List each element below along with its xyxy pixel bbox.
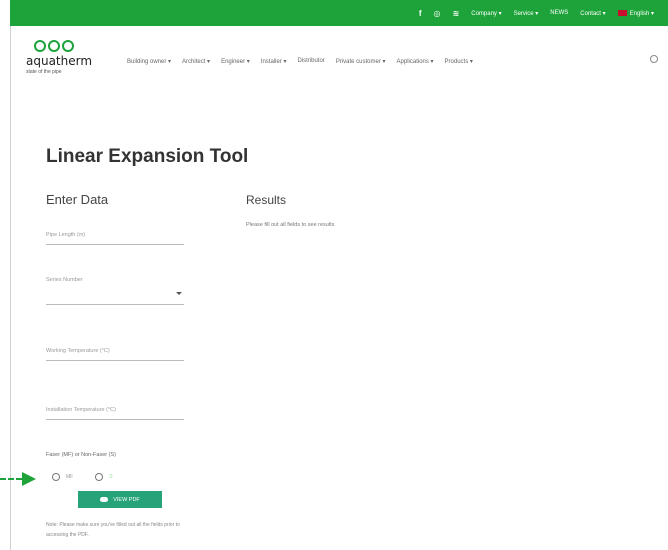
working-temperature-input[interactable]: Working Temperature (°C): [46, 348, 184, 361]
installation-temperature-input[interactable]: Installation Temperature (°C): [46, 407, 184, 420]
radio-mf[interactable]: [52, 473, 60, 481]
results-heading: Results: [246, 193, 287, 207]
language-selector[interactable]: English ▾: [617, 9, 654, 17]
topbar-service-link[interactable]: Service ▾: [514, 10, 539, 17]
view-pdf-label: VIEW PDF: [113, 496, 140, 503]
pdf-note: Note: Please make sure you've filled out…: [46, 522, 180, 538]
pointer-arrow-icon: [22, 472, 36, 486]
rss-icon[interactable]: ≋: [453, 9, 460, 18]
facebook-icon[interactable]: f: [419, 9, 422, 18]
nav-item-applications[interactable]: Applications ▾: [397, 58, 434, 65]
pointer-arrow-line: [0, 478, 22, 480]
nav-item-architect[interactable]: Architect ▾: [182, 58, 210, 65]
instagram-icon[interactable]: ◎: [434, 9, 441, 18]
page-frame: [10, 0, 668, 550]
nav-item-engineer[interactable]: Engineer ▾: [221, 58, 250, 65]
radio-mf-label: MF: [66, 474, 74, 480]
page-title: Linear Expansion Tool: [46, 146, 249, 167]
main-nav: Building owner ▾ Architect ▾ Engineer ▾ …: [127, 58, 473, 65]
cloud-download-icon: [100, 497, 109, 502]
pipe-length-input[interactable]: Pipe Length (m): [46, 232, 184, 245]
flag-icon: [617, 9, 627, 16]
language-label: English ▾: [629, 10, 654, 17]
series-select-label: Series Number: [46, 277, 83, 283]
series-select[interactable]: Series Number: [46, 277, 184, 305]
results-message: Please fill out all fields to see result…: [246, 222, 335, 228]
fusion-radio-group: MF S: [52, 473, 135, 481]
logo-name: aquatherm: [26, 54, 93, 68]
search-icon[interactable]: [650, 55, 658, 63]
view-pdf-button[interactable]: VIEW PDF: [78, 491, 162, 508]
enter-data-heading: Enter Data: [46, 192, 109, 207]
nav-item-distributor[interactable]: Distributor: [297, 58, 324, 65]
topbar-news-link[interactable]: NEWS: [550, 10, 568, 16]
brand-logo[interactable]: aquatherm state of the pipe: [26, 40, 96, 75]
radio-s[interactable]: [95, 473, 104, 481]
nav-item-installer[interactable]: Installer ▾: [261, 58, 287, 65]
topbar-company-link[interactable]: Company ▾: [471, 10, 501, 17]
nav-item-products[interactable]: Products ▾: [445, 58, 473, 65]
logo-tagline: state of the pipe: [26, 69, 62, 75]
nav-item-private-customer[interactable]: Private customer ▾: [336, 58, 386, 65]
fusion-type-label: Faser (MF) or Non-Faser (S): [46, 452, 116, 458]
top-bar: f ◎ ≋ Company ▾ Service ▾ NEWS Contact ▾…: [10, 0, 668, 26]
radio-s-label: S: [109, 474, 113, 480]
chevron-down-icon: [176, 292, 182, 295]
nav-item-building-owner[interactable]: Building owner ▾: [127, 58, 171, 65]
logo-mark-icon: [34, 40, 96, 52]
topbar-contact-link[interactable]: Contact ▾: [580, 10, 605, 17]
